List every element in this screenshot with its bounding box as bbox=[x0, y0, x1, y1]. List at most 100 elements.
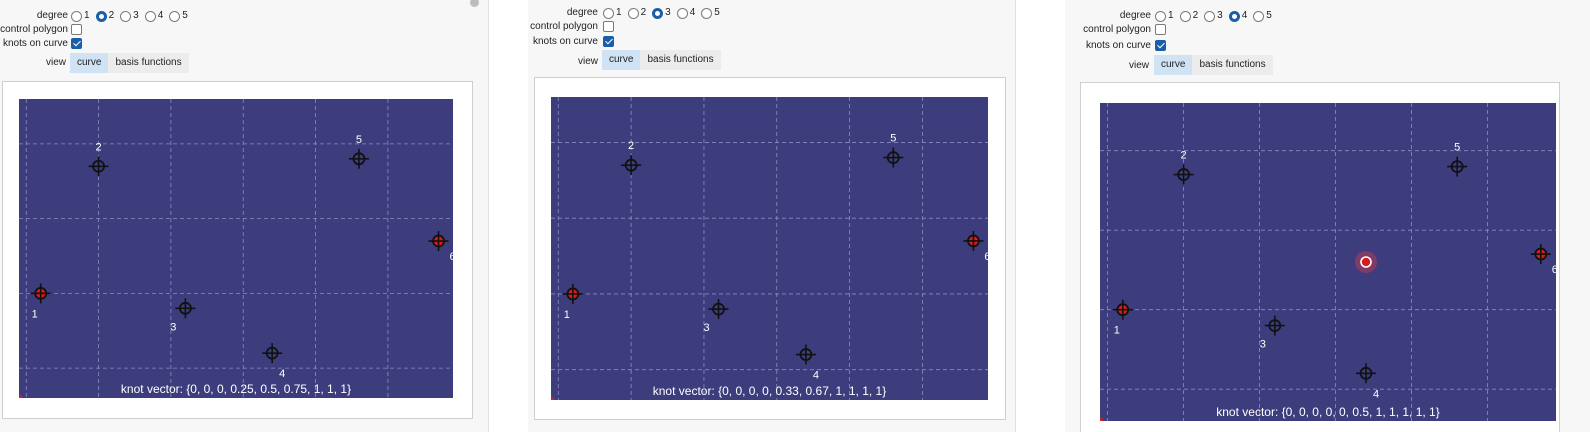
knot-vector-label: knot vector: {0, 0, 0, 0, 0.33, 0.67, 1,… bbox=[653, 384, 887, 398]
control-polygon-label: control polygon bbox=[0, 24, 68, 35]
control-polygon-checkbox[interactable] bbox=[71, 24, 82, 35]
knot-vector-label: knot vector: {0, 0, 0, 0.25, 0.5, 0.75, … bbox=[121, 382, 351, 396]
control-point-label: 4 bbox=[279, 368, 285, 380]
radio-icon[interactable] bbox=[1253, 10, 1265, 22]
knots-on-curve-row: knots on curve bbox=[528, 35, 598, 49]
radio-icon[interactable] bbox=[144, 10, 156, 22]
control-polygon-checkbox[interactable] bbox=[603, 21, 614, 32]
degree-option-5[interactable]: 5 bbox=[169, 9, 188, 23]
bspline-plot[interactable]: 1 2 3 4 5 6 knot vector: {0, 0, 0, 0, 0, 0.5, … bbox=[1100, 103, 1556, 421]
manipulate-panel-3: degree 1 2 3 4 5 control polygon knots o… bbox=[1065, 0, 1590, 432]
control-point-label: 3 bbox=[703, 322, 709, 334]
degree-option-1[interactable]: 1 bbox=[1155, 9, 1174, 23]
tab-curve[interactable]: curve bbox=[602, 50, 641, 70]
control-point-label: 5 bbox=[356, 134, 362, 146]
view-label: view bbox=[577, 56, 598, 67]
tab-curve[interactable]: curve bbox=[1154, 55, 1193, 75]
control-point-label: 5 bbox=[890, 133, 896, 145]
radio-icon[interactable] bbox=[627, 7, 639, 19]
degree-option-4[interactable]: 4 bbox=[144, 9, 163, 23]
radio-icon[interactable] bbox=[1204, 10, 1216, 22]
radio-icon[interactable] bbox=[71, 10, 82, 22]
degree-radio-group: 1 2 3 4 5 bbox=[1155, 9, 1278, 23]
degree-option-5[interactable]: 5 bbox=[1253, 9, 1272, 23]
degree-option-4[interactable]: 4 bbox=[676, 6, 695, 20]
radio-icon[interactable] bbox=[1179, 10, 1191, 22]
control-polygon-label: control polygon bbox=[1083, 24, 1151, 35]
knots-on-curve-row: knots on curve bbox=[0, 37, 68, 51]
degree-option-3[interactable]: 3 bbox=[652, 6, 671, 20]
radio-icon[interactable] bbox=[701, 7, 713, 19]
panel-gap bbox=[488, 0, 528, 432]
control-point-label: 6 bbox=[449, 251, 453, 263]
knots-on-curve-row: knots on curve bbox=[1065, 39, 1151, 53]
control-polygon-row: control polygon bbox=[528, 20, 598, 34]
degree-option-5[interactable]: 5 bbox=[701, 6, 720, 20]
control-point-label: 4 bbox=[813, 370, 819, 382]
view-tabs: curve basis functions bbox=[602, 50, 721, 70]
radio-icon[interactable] bbox=[603, 7, 614, 19]
control-point-label: 5 bbox=[1454, 142, 1460, 154]
radio-icon[interactable] bbox=[1228, 10, 1240, 22]
tab-basis-functions[interactable]: basis functions bbox=[108, 53, 189, 73]
degree-radio-group: 1 2 3 4 5 bbox=[71, 9, 194, 23]
knots-on-curve-label: knots on curve bbox=[532, 36, 598, 47]
control-point-label: 1 bbox=[32, 308, 38, 320]
control-polygon-row: control polygon bbox=[1065, 23, 1151, 37]
degree-row: degree bbox=[0, 9, 68, 23]
degree-label: degree bbox=[566, 7, 598, 18]
control-point-label: 6 bbox=[1552, 264, 1556, 276]
degree-label: degree bbox=[1119, 10, 1151, 21]
degree-option-2[interactable]: 2 bbox=[627, 6, 646, 20]
knots-on-curve-checkbox[interactable] bbox=[603, 36, 614, 47]
degree-option-2[interactable]: 2 bbox=[95, 9, 114, 23]
radio-icon[interactable] bbox=[95, 10, 107, 22]
view-row: view bbox=[0, 56, 66, 70]
control-polygon-row: control polygon bbox=[0, 23, 68, 37]
control-polygon-label: control polygon bbox=[530, 21, 598, 32]
degree-label: degree bbox=[36, 10, 68, 21]
drag-highlight-point bbox=[1360, 256, 1372, 268]
degree-option-3[interactable]: 3 bbox=[120, 9, 139, 23]
view-label: view bbox=[1128, 60, 1149, 71]
tab-basis-functions[interactable]: basis functions bbox=[1192, 55, 1273, 75]
degree-option-3[interactable]: 3 bbox=[1204, 9, 1223, 23]
control-point-label: 1 bbox=[564, 309, 570, 321]
degree-option-4[interactable]: 4 bbox=[1228, 9, 1247, 23]
control-point-label: 3 bbox=[170, 321, 176, 333]
control-point-label: 2 bbox=[1181, 150, 1187, 162]
degree-option-2[interactable]: 2 bbox=[1179, 9, 1198, 23]
view-tabs: curve basis functions bbox=[1154, 55, 1273, 75]
manipulate-panel-1: degree 1 2 3 4 5 control polygon knots o… bbox=[0, 0, 489, 432]
control-point-label: 6 bbox=[984, 251, 988, 263]
knots-on-curve-checkbox[interactable] bbox=[71, 38, 82, 49]
bspline-plot[interactable]: 1 2 3 4 5 6 knot vector: {0, 0, 0, 0, 0.33, 0.… bbox=[551, 97, 988, 400]
control-point-label: 2 bbox=[628, 140, 634, 152]
control-point-label: 1 bbox=[1114, 325, 1120, 337]
view-tabs: curve basis functions bbox=[70, 53, 189, 73]
knot-vector-label: knot vector: {0, 0, 0, 0, 0, 0.5, 1, 1, … bbox=[1216, 405, 1439, 419]
radio-icon[interactable] bbox=[120, 10, 132, 22]
degree-row: degree bbox=[1065, 9, 1151, 23]
degree-option-1[interactable]: 1 bbox=[71, 9, 90, 23]
tab-curve[interactable]: curve bbox=[70, 53, 109, 73]
control-polygon-checkbox[interactable] bbox=[1155, 24, 1166, 35]
degree-radio-group: 1 2 3 4 5 bbox=[603, 6, 726, 20]
manipulate-panel-2: degree 1 2 3 4 5 control polygon knots o… bbox=[528, 0, 1016, 432]
radio-icon[interactable] bbox=[652, 7, 664, 19]
control-point-label: 2 bbox=[96, 141, 102, 153]
knots-on-curve-label: knots on curve bbox=[1085, 40, 1151, 51]
close-icon[interactable] bbox=[470, 0, 479, 7]
radio-icon[interactable] bbox=[676, 7, 688, 19]
bspline-plot[interactable]: 1 2 3 4 5 6 knot vector: {0, 0, 0, 0.25, 0.5, … bbox=[19, 99, 453, 398]
degree-option-1[interactable]: 1 bbox=[603, 6, 622, 20]
radio-icon[interactable] bbox=[1155, 10, 1166, 22]
panel-gap bbox=[1015, 0, 1065, 432]
radio-icon[interactable] bbox=[169, 10, 181, 22]
knots-on-curve-checkbox[interactable] bbox=[1155, 40, 1166, 51]
view-label: view bbox=[45, 57, 66, 68]
tab-basis-functions[interactable]: basis functions bbox=[640, 50, 721, 70]
degree-row: degree bbox=[528, 6, 598, 20]
control-point-label: 3 bbox=[1260, 339, 1266, 351]
control-point-label: 4 bbox=[1373, 388, 1379, 400]
